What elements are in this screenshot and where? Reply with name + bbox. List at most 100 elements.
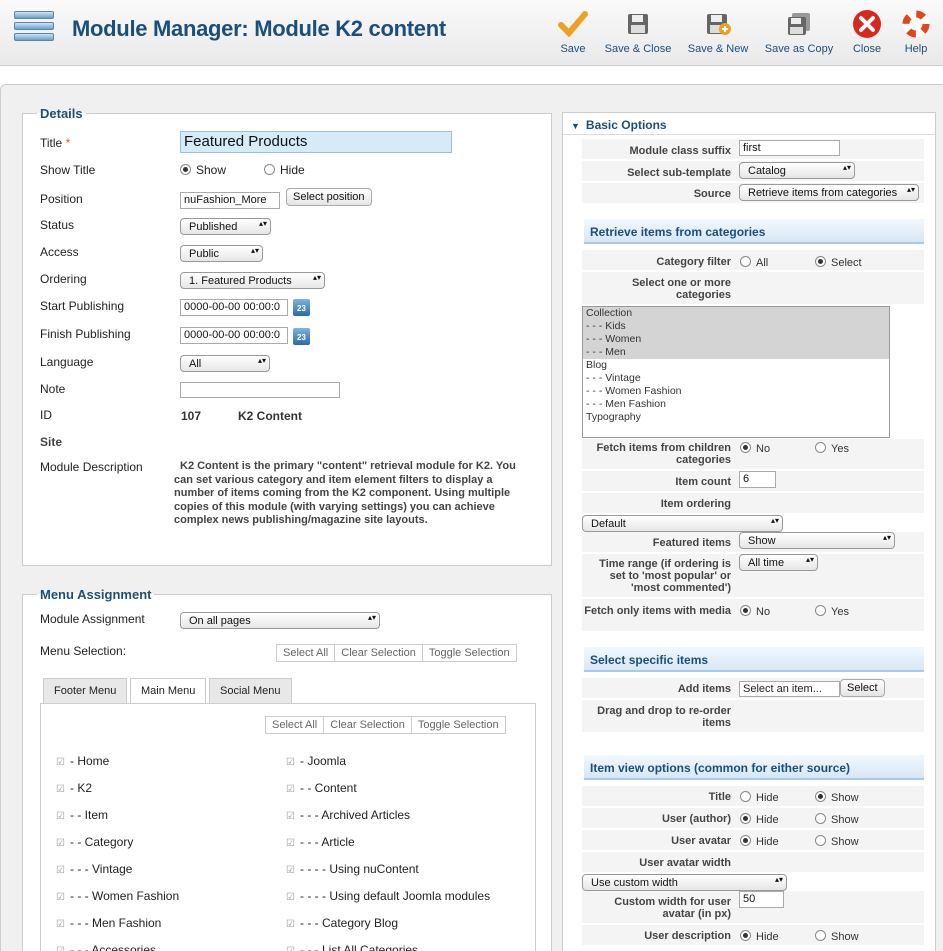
save-copy-button[interactable]: Save as Copy [763,8,835,55]
start-publishing-input[interactable]: 0000-00-00 00:00:0 [180,299,288,316]
site-label: Site [40,435,63,449]
panel-toggle-selection-button[interactable]: Toggle Selection [412,717,505,733]
menu-item-checkbox[interactable]: ☑ - Home [56,754,109,768]
save-close-button[interactable]: Save & Close [603,8,673,55]
menu-item-label: - - - List All Categories [300,943,419,951]
checkbox-icon: ☑ [286,838,295,849]
children-no-radio[interactable]: No [740,442,770,455]
menu-item-checkbox[interactable]: ☑ - - Category [56,835,133,849]
item-count-label: Item count [675,476,731,488]
title-hide-radio[interactable]: Hide [740,791,779,804]
checkbox-icon: ☑ [286,811,295,822]
author-show-radio[interactable]: Show [815,813,859,826]
menu-item-checkbox[interactable]: ☑ - - Item [56,808,108,822]
finish-calendar-icon[interactable]: 23 [293,328,310,345]
menu-item-checkbox[interactable]: ☑ - K2 [56,781,92,795]
add-items-label: Add items [677,683,731,695]
menu-item-checkbox[interactable]: ☑ - Joomla [286,754,346,768]
category-option[interactable]: - - - Women [583,333,889,346]
checkmark-icon [555,8,591,40]
category-filter-select-radio[interactable]: Select [815,256,862,269]
featured-items-select[interactable]: Show [739,532,895,549]
category-option[interactable]: - - - Kids [583,320,889,333]
category-option[interactable]: Typography [583,411,889,424]
panel-select-all-button[interactable]: Select All [266,717,325,733]
menu-item-checkbox[interactable]: ☑ - - - Vintage [56,862,132,876]
menu-item-label: - Home [70,754,110,768]
toggle-selection-button[interactable]: Toggle Selection [423,645,516,661]
save-new-button[interactable]: Save & New [685,8,751,55]
language-select[interactable]: All [180,355,270,372]
source-select[interactable]: Retrieve items from categories [739,184,919,201]
category-option[interactable]: - - - Men [583,346,889,359]
custom-width-input[interactable]: 50 [739,891,784,908]
category-option[interactable]: Blog [583,359,889,372]
clear-selection-button[interactable]: Clear Selection [335,645,423,661]
tab-panel [40,703,536,951]
avatar-show-radio[interactable]: Show [815,835,859,848]
menu-item-checkbox[interactable]: ☑ - - - Accessories [56,943,156,951]
menu-item-label: - - - Men Fashion [70,916,162,930]
add-items-input[interactable]: Select an item... [739,681,840,697]
item-ordering-select[interactable]: Default [582,515,783,532]
menu-item-checkbox[interactable]: ☑ - - - - Using nuContent [286,862,419,876]
panel-clear-selection-button[interactable]: Clear Selection [324,717,412,733]
add-items-select-button[interactable]: Select [840,679,885,697]
save-button[interactable]: Save [555,8,591,55]
menu-item-checkbox[interactable]: ☑ - - - Women Fashion [56,889,179,903]
finish-publishing-input[interactable]: 0000-00-00 00:00:0 [180,327,288,344]
category-option[interactable]: Collection [583,307,889,320]
children-yes-radio[interactable]: Yes [815,442,849,455]
module-assignment-select[interactable]: On all pages [180,612,380,629]
access-select[interactable]: Public [180,245,263,262]
view-title-label: Title [708,791,731,803]
select-position-button[interactable]: Select position [286,188,372,206]
start-calendar-icon[interactable]: 23 [293,299,310,316]
category-option[interactable]: - - - Men Fashion [583,398,889,411]
menu-item-checkbox[interactable]: ☑ - - - Men Fashion [56,916,161,930]
select-all-button[interactable]: Select All [277,645,336,661]
tab-main-menu[interactable]: Main Menu [130,678,207,704]
tab-footer-menu[interactable]: Footer Menu [43,678,128,703]
menu-item-label: - - - - Using default Joomla modules [300,889,491,903]
avatar-hide-radio[interactable]: Hide [740,835,779,848]
sub-template-select[interactable]: Catalog [739,162,855,179]
categories-listbox[interactable]: Collection - - - Kids - - - Women - - - Men… [582,306,890,438]
menu-selection-label: Menu Selection: [40,644,127,658]
media-yes-radio[interactable]: Yes [815,605,849,618]
avatar-width-select[interactable]: Use custom width [582,874,787,891]
category-filter-all-radio[interactable]: All [740,256,768,269]
category-option[interactable]: - - - Women Fashion [583,385,889,398]
checkbox-icon: ☑ [56,838,65,849]
menu-item-checkbox[interactable]: ☑ - - Content [286,781,357,795]
tab-social-menu[interactable]: Social Menu [209,678,292,703]
close-button[interactable]: Close [849,8,885,55]
class-suffix-input[interactable]: first [739,140,840,156]
basic-options-header[interactable]: ▼ Basic Options [563,113,935,135]
category-option[interactable]: - - - Vintage [583,372,889,385]
menu-item-checkbox[interactable]: ☑ - - - Article [286,835,355,849]
show-title-hide-radio[interactable]: Hide [264,163,305,177]
featured-items-label: Featured items [652,537,731,549]
udesc-show-radio[interactable]: Show [815,930,859,943]
source-label: Source [693,188,731,200]
menu-item-checkbox[interactable]: ☑ - - - - Using default Joomla modules [286,889,490,903]
help-button[interactable]: Help [898,8,934,55]
media-no-radio[interactable]: No [740,605,770,618]
note-input[interactable] [180,382,340,398]
item-count-input[interactable]: 6 [739,471,776,488]
show-title-show-radio[interactable]: Show [180,163,226,177]
title-show-radio[interactable]: Show [815,791,859,804]
time-range-select[interactable]: All time [739,554,818,571]
menu-item-checkbox[interactable]: ☑ - - - Category Blog [286,916,398,930]
checkbox-icon: ☑ [56,784,65,795]
note-label: Note [40,382,66,396]
position-input[interactable]: nuFashion_More [180,192,280,209]
menu-item-checkbox[interactable]: ☑ - - - List All Categories [286,943,418,951]
status-select[interactable]: Published [180,218,271,235]
author-hide-radio[interactable]: Hide [740,813,779,826]
title-input[interactable]: Featured Products [180,131,452,153]
udesc-hide-radio[interactable]: Hide [740,930,779,943]
menu-item-checkbox[interactable]: ☑ - - - Archived Articles [286,808,410,822]
ordering-select[interactable]: 1. Featured Products [180,272,325,289]
